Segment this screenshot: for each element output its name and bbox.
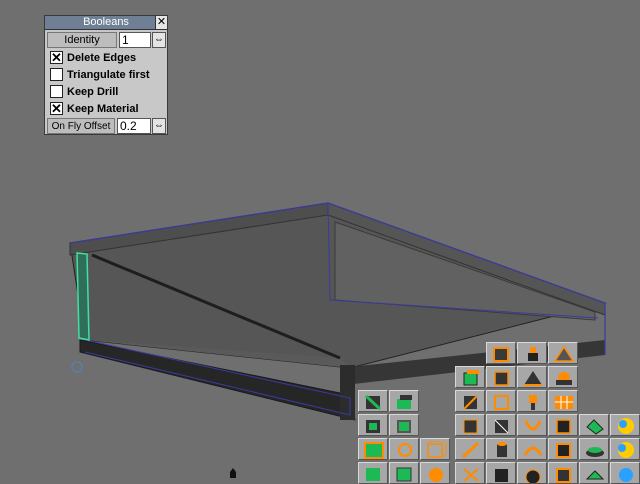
pen-icon[interactable]	[455, 438, 485, 460]
booleans-panel: Booleans ✕ Identity 1 ⇔ ✕ Delete Edges T…	[44, 15, 168, 135]
lattice-icon[interactable]	[548, 342, 578, 364]
offset-field[interactable]: 0.2	[117, 118, 151, 134]
option-label: Keep Drill	[67, 86, 119, 98]
dark-cube-icon[interactable]	[486, 462, 516, 484]
checkbox[interactable]: ✕	[50, 102, 63, 115]
checkbox[interactable]	[50, 68, 63, 81]
shell-icon[interactable]	[548, 438, 578, 460]
pipe-icon[interactable]	[548, 462, 578, 484]
loop-icon[interactable]	[389, 438, 419, 460]
pivot-marker[interactable]	[71, 361, 83, 373]
smooth-icon[interactable]	[455, 390, 485, 412]
option-triangulate-first[interactable]: Triangulate first	[47, 67, 167, 83]
panel-title: Booleans	[45, 16, 167, 30]
drill-icon[interactable]	[389, 414, 419, 436]
mouse-cursor-icon	[230, 468, 236, 478]
ball-icon[interactable]	[420, 462, 450, 484]
flatten-icon[interactable]	[389, 462, 419, 484]
identity-field[interactable]: 1	[119, 32, 151, 48]
tag-icon[interactable]	[579, 414, 609, 436]
wire-cube-icon[interactable]	[420, 438, 450, 460]
bevel-cube-icon[interactable]	[486, 342, 516, 364]
option-label: Triangulate first	[67, 69, 150, 81]
curve-icon[interactable]	[517, 438, 547, 460]
knife-icon[interactable]	[486, 414, 516, 436]
cut-face-icon[interactable]	[358, 438, 388, 460]
identity-spinner-icon[interactable]: ⇔	[152, 32, 166, 48]
blue-sphere-icon[interactable]	[610, 462, 640, 484]
deform-icon[interactable]	[548, 366, 578, 388]
torus-icon[interactable]	[486, 390, 516, 412]
cone-icon[interactable]	[486, 366, 516, 388]
sphere-alt-icon[interactable]	[610, 438, 640, 460]
sphere-icon[interactable]	[610, 414, 640, 436]
option-keep-material[interactable]: ✕ Keep Material	[47, 101, 167, 117]
identity-button[interactable]: Identity	[47, 32, 117, 48]
selected-face[interactable]	[76, 252, 90, 341]
lathe-icon[interactable]	[517, 342, 547, 364]
cylinder-icon[interactable]	[486, 438, 516, 460]
extrude-icon[interactable]	[358, 414, 388, 436]
bottom-cube-icon[interactable]	[358, 462, 388, 484]
close-icon[interactable]: ✕	[155, 16, 167, 29]
option-keep-drill[interactable]: Keep Drill	[47, 84, 167, 100]
option-delete-edges[interactable]: ✕ Delete Edges	[47, 50, 167, 66]
option-label: Delete Edges	[67, 52, 137, 64]
offset-spinner-icon[interactable]: ⇔	[152, 118, 166, 134]
mirror-icon[interactable]	[579, 462, 609, 484]
sweep-icon[interactable]	[389, 390, 419, 412]
green-cube-icon[interactable]	[455, 366, 485, 388]
bridge-icon[interactable]	[548, 414, 578, 436]
grid-icon[interactable]	[517, 390, 547, 412]
offset-button[interactable]: On Fly Offset	[47, 118, 115, 134]
scissor-icon[interactable]	[455, 462, 485, 484]
option-label: Keep Material	[67, 103, 139, 115]
half-sphere-icon[interactable]	[517, 462, 547, 484]
box-right-post	[340, 365, 355, 420]
split-cube-icon[interactable]	[548, 390, 578, 412]
checkbox[interactable]: ✕	[50, 51, 63, 64]
cube-cut-icon[interactable]	[358, 390, 388, 412]
pyramid-icon[interactable]	[517, 366, 547, 388]
checkbox[interactable]	[50, 85, 63, 98]
platform-icon[interactable]	[579, 438, 609, 460]
boolean-icon[interactable]	[455, 414, 485, 436]
magnet-icon[interactable]	[517, 414, 547, 436]
